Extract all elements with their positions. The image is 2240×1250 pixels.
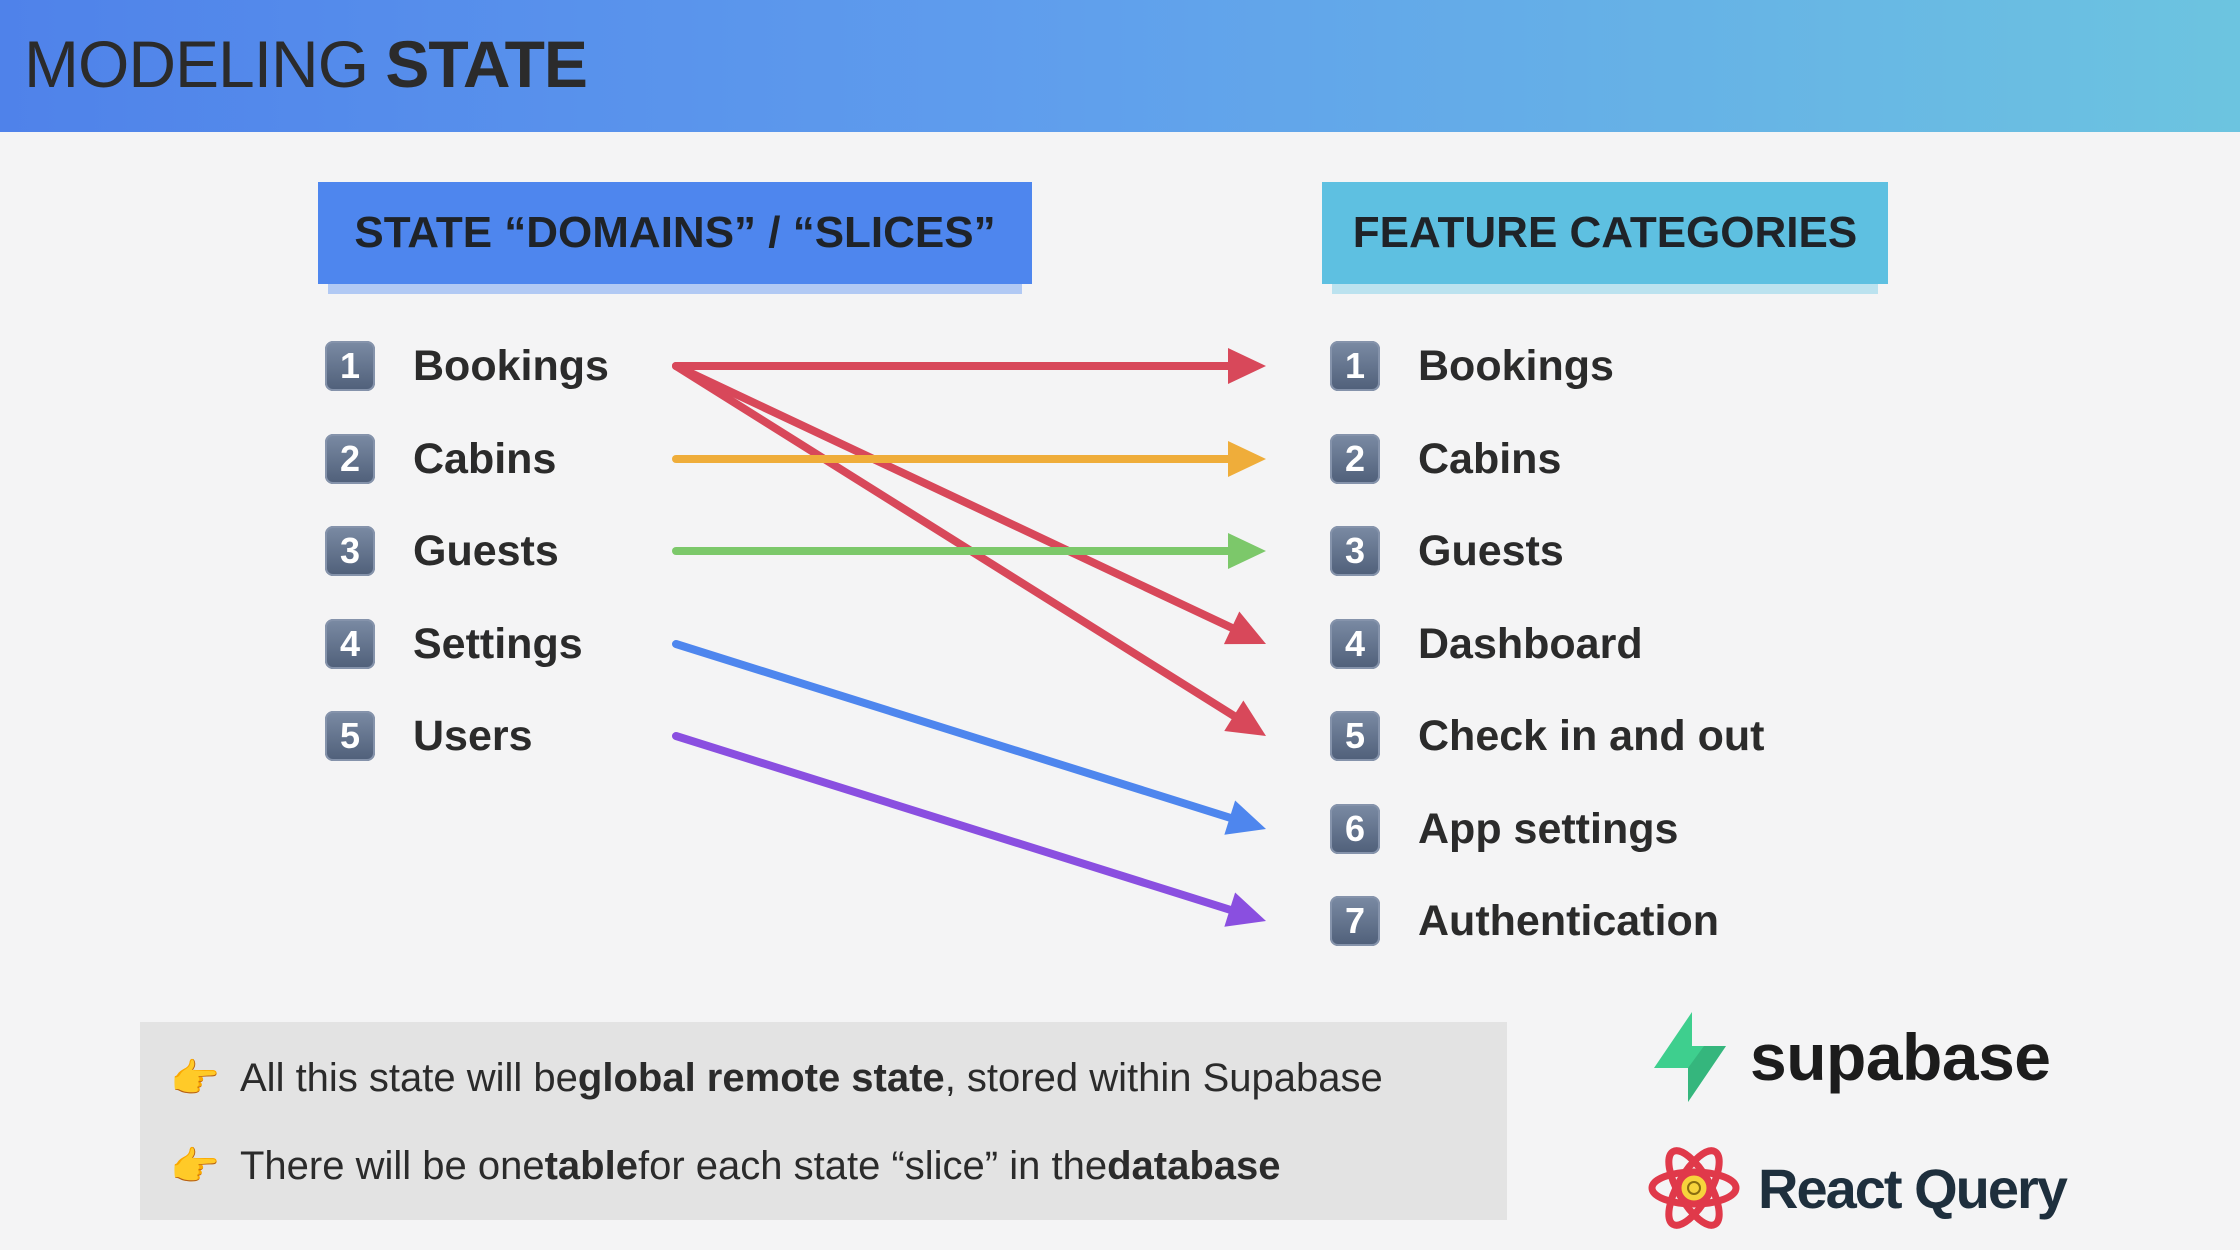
note-text: There will be one (240, 1143, 545, 1188)
arrow-head (1228, 348, 1266, 384)
arrow-head (1224, 800, 1266, 835)
note-text: All this state will be (240, 1055, 578, 1100)
arrow-head (1224, 892, 1266, 927)
react-query-atom-icon (1648, 1147, 1740, 1229)
arrow-line (672, 362, 1238, 720)
note-bold: global remote state (577, 1055, 945, 1100)
arrow-head (1228, 533, 1266, 569)
arrow-line (672, 362, 1236, 632)
supabase-logo: supabase (1648, 1010, 2051, 1104)
note-bold: table (544, 1143, 638, 1188)
pointing-hand-icon: 👉 (170, 1144, 220, 1189)
note-text: for each state “slice” in the (637, 1143, 1108, 1188)
pointing-hand-icon: 👉 (170, 1056, 220, 1101)
arrow-line (672, 640, 1234, 822)
arrow-head (1228, 441, 1266, 477)
note-line: 👉 All this state will be global remote s… (170, 1048, 1383, 1108)
note-line: 👉 There will be one table for each state… (170, 1136, 1281, 1196)
note-bold: database (1107, 1143, 1281, 1188)
supabase-wordmark: supabase (1750, 1020, 2051, 1094)
note-text: , stored within Supabase (944, 1055, 1383, 1100)
arrow-line (672, 732, 1234, 914)
react-query-wordmark: React Query (1758, 1156, 2068, 1220)
notes-box: 👉 All this state will be global remote s… (140, 1022, 1507, 1220)
supabase-bolt-icon (1654, 1012, 1726, 1102)
react-query-logo: React Query (1646, 1146, 2068, 1230)
